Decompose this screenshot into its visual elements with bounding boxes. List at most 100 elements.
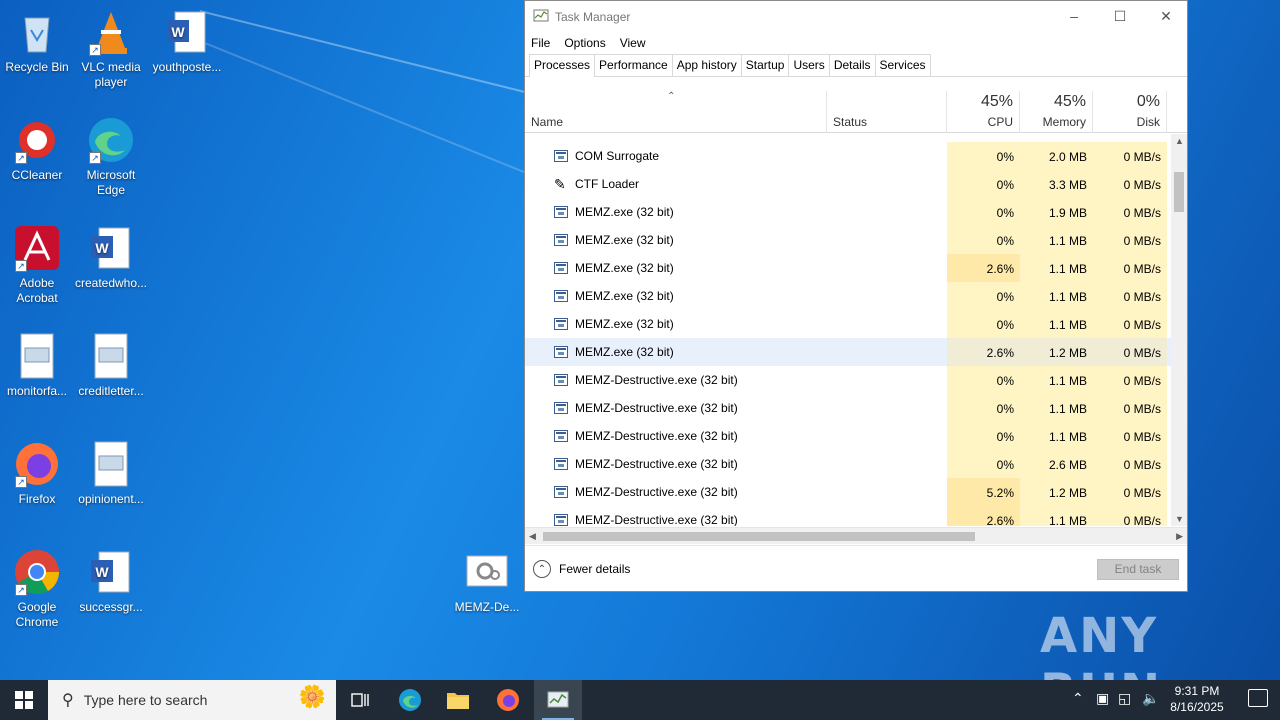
close-button[interactable]: ✕ bbox=[1143, 1, 1189, 31]
menu-file[interactable]: File bbox=[531, 36, 550, 50]
tab-services[interactable]: Services bbox=[874, 54, 931, 76]
process-row[interactable]: COM Surrogate 0% 2.0 MB 0 MB/s bbox=[525, 142, 1171, 170]
process-row[interactable]: MEMZ.exe (32 bit) 2.6% 1.2 MB 0 MB/s bbox=[525, 338, 1171, 366]
desktop-icon[interactable]: ↗ CCleaner bbox=[0, 116, 74, 183]
scroll-up-icon[interactable]: ▲ bbox=[1175, 136, 1184, 146]
desktop-icon[interactable]: Wyouthposte... bbox=[150, 8, 224, 75]
desktop-icon[interactable]: Wcreatedwho... bbox=[74, 224, 148, 291]
column-header: ⌃ Name Status 45% CPU 45% Memory 0% Disk bbox=[525, 91, 1187, 133]
task-manager-icon bbox=[547, 691, 569, 708]
process-row[interactable]: MEMZ-Destructive.exe (32 bit) 0% 1.1 MB 0 M… bbox=[525, 422, 1171, 450]
desktop-icon[interactable]: opinionent... bbox=[74, 440, 148, 507]
process-row[interactable]: MEMZ-Destructive.exe (32 bit) 0% 2.6 MB 0 M… bbox=[525, 450, 1171, 478]
process-row[interactable]: MEMZ.exe (32 bit) 0% 1.1 MB 0 MB/s bbox=[525, 226, 1171, 254]
chevron-up-icon: ⌃ bbox=[533, 560, 551, 578]
process-row[interactable]: MEMZ-Destructive.exe (32 bit) 5.2% 1.2 MB 0… bbox=[525, 478, 1171, 506]
column-status[interactable]: Status bbox=[827, 91, 947, 133]
process-memory-cell: 1.9 MB bbox=[1020, 198, 1093, 226]
column-name[interactable]: ⌃ Name bbox=[525, 91, 827, 133]
process-window-icon bbox=[554, 206, 568, 218]
column-memory[interactable]: 45% Memory bbox=[1020, 91, 1093, 133]
process-row[interactable]: MEMZ-Destructive.exe (32 bit) 2.6% 1.1 MB 0… bbox=[525, 506, 1171, 526]
chrome-icon: ↗ bbox=[13, 548, 61, 596]
image-file-icon bbox=[87, 440, 135, 488]
desktop-icon[interactable]: ↗ Firefox bbox=[0, 440, 74, 507]
desktop-icon-label: opinionent... bbox=[78, 492, 144, 506]
taskbar-task-manager-button[interactable] bbox=[534, 680, 582, 720]
task-view-button[interactable] bbox=[336, 680, 384, 720]
end-task-button[interactable]: End task bbox=[1097, 559, 1179, 580]
window-title: Task Manager bbox=[555, 10, 631, 24]
process-name: MEMZ-Destructive.exe (32 bit) bbox=[575, 513, 738, 526]
maximize-button[interactable]: ☐ bbox=[1097, 1, 1143, 31]
task-manager-window[interactable]: Task Manager – ☐ ✕ File Options View Pro… bbox=[524, 0, 1188, 592]
process-cpu-cell: 2.6% bbox=[947, 338, 1020, 366]
desktop-icon[interactable]: ↗ VLC media player bbox=[74, 8, 148, 90]
menu-view[interactable]: View bbox=[620, 36, 646, 50]
desktop-icon[interactable]: Recycle Bin bbox=[0, 8, 74, 75]
column-disk[interactable]: 0% Disk bbox=[1093, 91, 1167, 133]
tab-users[interactable]: Users bbox=[788, 54, 830, 76]
process-row[interactable]: MEMZ.exe (32 bit) 0% 1.1 MB 0 MB/s bbox=[525, 282, 1171, 310]
device-icon[interactable]: ▣ bbox=[1096, 690, 1109, 707]
folder-icon bbox=[447, 693, 469, 709]
process-row[interactable]: ✎ CTF Loader 0% 3.3 MB 0 MB/s bbox=[525, 170, 1171, 198]
desktop-icon[interactable]: ↗ Microsoft Edge bbox=[74, 116, 148, 198]
scroll-left-icon[interactable]: ◀ bbox=[529, 531, 536, 542]
tab-app-history[interactable]: App history bbox=[671, 54, 742, 76]
desktop-icon[interactable]: Wsuccessgr... bbox=[74, 548, 148, 615]
vertical-scrollbar[interactable]: ▲ ▼ bbox=[1171, 134, 1187, 526]
taskbar-file-explorer-button[interactable] bbox=[434, 680, 482, 720]
shortcut-arrow-icon: ↗ bbox=[15, 152, 27, 164]
process-row[interactable]: MEMZ-Destructive.exe (32 bit) 0% 1.1 MB 0 M… bbox=[525, 366, 1171, 394]
tab-processes[interactable]: Processes bbox=[529, 54, 596, 77]
notification-center-icon[interactable] bbox=[1248, 689, 1268, 707]
firefox-icon: ↗ bbox=[13, 440, 61, 488]
menu-options[interactable]: Options bbox=[564, 36, 605, 50]
process-memory-cell: 1.1 MB bbox=[1020, 254, 1093, 282]
clock[interactable]: 9:31 PM 8/16/2025 bbox=[1162, 683, 1232, 715]
column-name-label: Name bbox=[531, 115, 564, 129]
volume-icon[interactable]: 🔈 bbox=[1142, 690, 1159, 707]
show-hidden-icons-chevron-icon[interactable]: ⌃ bbox=[1072, 690, 1084, 707]
cpu-total-pct: 45% bbox=[980, 93, 1013, 110]
horizontal-scrollbar[interactable]: ◀ ▶ bbox=[525, 527, 1187, 544]
desktop-icon[interactable]: MEMZ-De... bbox=[450, 548, 524, 615]
horizontal-scroll-thumb[interactable] bbox=[543, 532, 975, 541]
process-window-icon bbox=[554, 458, 568, 470]
desktop-icon[interactable]: creditletter... bbox=[74, 332, 148, 399]
word-doc-icon: W bbox=[87, 224, 135, 272]
desktop-icon[interactable]: ↗ Google Chrome bbox=[0, 548, 74, 630]
taskbar-edge-button[interactable] bbox=[386, 680, 434, 720]
taskbar-firefox-button[interactable] bbox=[484, 680, 532, 720]
network-icon[interactable]: ◱ bbox=[1118, 690, 1131, 707]
tab-startup[interactable]: Startup bbox=[740, 54, 790, 76]
menu-bar: File Options View bbox=[525, 33, 1187, 53]
title-bar[interactable]: Task Manager – ☐ ✕ bbox=[525, 1, 1187, 33]
process-name: MEMZ-Destructive.exe (32 bit) bbox=[575, 457, 738, 471]
process-row[interactable]: MEMZ.exe (32 bit) 0% 1.1 MB 0 MB/s bbox=[525, 310, 1171, 338]
process-name: MEMZ.exe (32 bit) bbox=[575, 345, 674, 359]
minimize-button[interactable]: – bbox=[1051, 1, 1097, 31]
svg-text:W: W bbox=[95, 240, 109, 256]
start-button[interactable] bbox=[0, 680, 48, 720]
taskbar-search-box[interactable]: ⚲ Type here to search 🌼 bbox=[48, 680, 336, 720]
process-row[interactable]: MEMZ.exe (32 bit) 2.6% 1.1 MB 0 MB/s bbox=[525, 254, 1171, 282]
process-row[interactable]: MEMZ.exe (32 bit) 0% 1.9 MB 0 MB/s bbox=[525, 198, 1171, 226]
desktop-icon[interactable]: monitorfa... bbox=[0, 332, 74, 399]
process-disk-cell: 0 MB/s bbox=[1093, 478, 1167, 506]
tab-details[interactable]: Details bbox=[828, 54, 876, 76]
desktop-icon-label: successgr... bbox=[79, 600, 143, 614]
scroll-right-icon[interactable]: ▶ bbox=[1176, 531, 1183, 542]
column-cpu[interactable]: 45% CPU bbox=[947, 91, 1020, 133]
process-row[interactable]: MEMZ-Destructive.exe (32 bit) 0% 1.1 MB 0 M… bbox=[525, 394, 1171, 422]
desktop-icon-label: monitorfa... bbox=[6, 384, 68, 398]
process-disk-cell: 0 MB/s bbox=[1093, 310, 1167, 338]
tab-performance[interactable]: Performance bbox=[594, 54, 673, 76]
process-disk-cell: 0 MB/s bbox=[1093, 226, 1167, 254]
image-file-icon bbox=[87, 332, 135, 380]
vertical-scroll-thumb[interactable] bbox=[1174, 172, 1184, 212]
fewer-details-button[interactable]: ⌃ Fewer details bbox=[533, 560, 630, 578]
desktop-icon[interactable]: ↗ Adobe Acrobat bbox=[0, 224, 74, 306]
scroll-down-icon[interactable]: ▼ bbox=[1175, 514, 1184, 524]
